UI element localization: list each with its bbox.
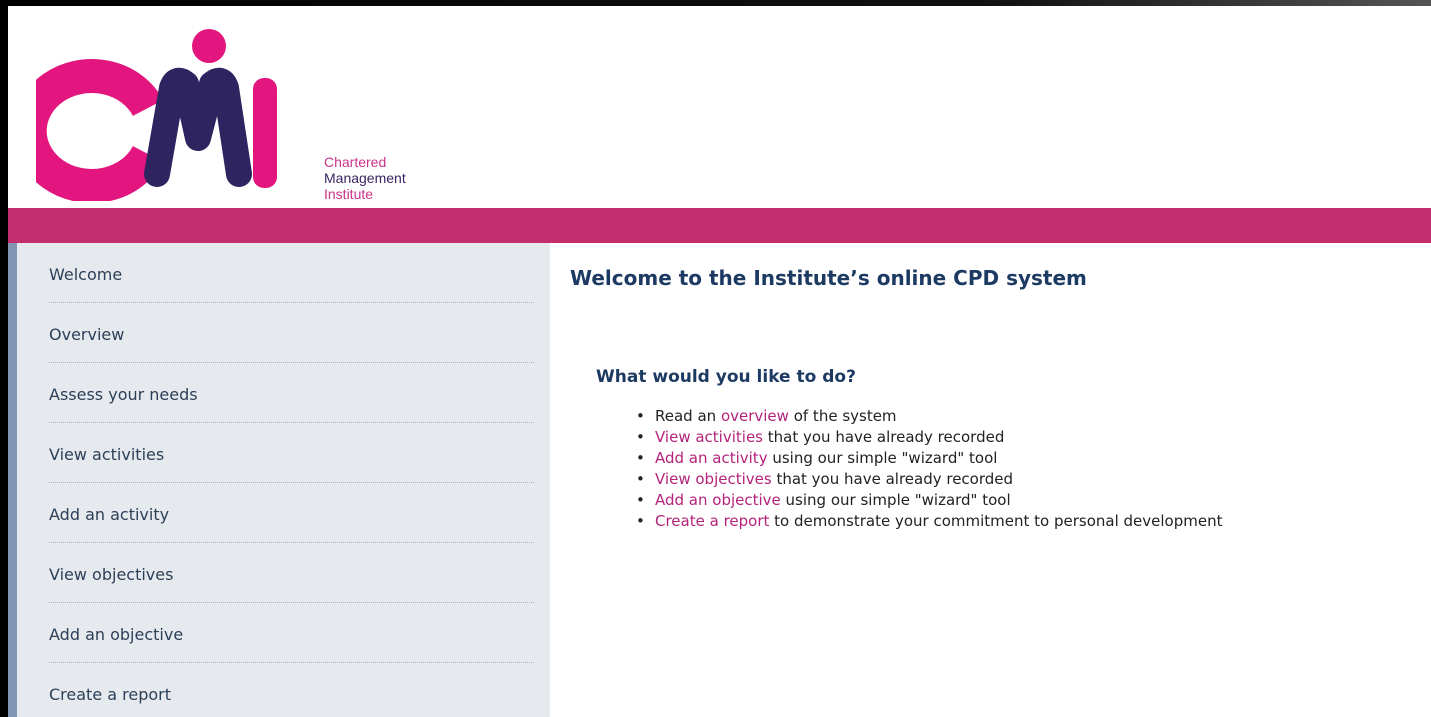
list-item-text: that you have already recorded: [763, 428, 1005, 446]
logo-line-chartered: Chartered: [324, 154, 387, 170]
bullet-icon: •: [636, 470, 645, 488]
action-link-view-activities[interactable]: View activities: [655, 428, 763, 446]
cmi-logo-mark: [12, 29, 277, 203]
main-content: Welcome to the Institute’s online CPD sy…: [570, 243, 1430, 717]
sidebar-item-assess-your-needs[interactable]: Assess your needs: [49, 363, 534, 423]
list-item-text: using our simple "wizard" tool: [780, 491, 1011, 509]
bullet-icon: •: [636, 512, 645, 530]
site-header: Chartered Management Institute: [8, 6, 1431, 208]
sidebar-item-create-a-report[interactable]: Create a report: [49, 663, 534, 717]
list-item-text: of the system: [788, 407, 897, 425]
action-link-add-an-activity[interactable]: Add an activity: [655, 449, 768, 467]
header-band: [8, 208, 1431, 243]
list-item: • Add an objective using our simple "wiza…: [636, 490, 1222, 511]
bullet-icon: •: [636, 491, 645, 509]
bullet-icon: •: [636, 449, 645, 467]
list-item-text: that you have already recorded: [771, 470, 1014, 488]
list-item: • View activities that you have already r…: [636, 427, 1222, 448]
action-link-view-objectives[interactable]: View objectives: [655, 470, 772, 488]
section-heading: What would you like to do?: [596, 367, 856, 387]
list-item-text: Read an: [655, 407, 721, 425]
sidebar-item-view-activities[interactable]: View activities: [49, 423, 534, 483]
page: Chartered Management Institute Welcome Ov…: [8, 6, 1431, 717]
list-item-text: to demonstrate your commitment to person…: [769, 512, 1223, 530]
sidebar-item-view-objectives[interactable]: View objectives: [49, 543, 534, 603]
sidebar-item-overview[interactable]: Overview: [49, 303, 534, 363]
sidebar-nav: Welcome Overview Assess your needs View act…: [8, 243, 550, 717]
page-title: Welcome to the Institute’s online CPD sy…: [570, 266, 1087, 290]
list-item: • Add an activity using our simple "wizar…: [636, 448, 1222, 469]
sidebar-item-add-an-objective[interactable]: Add an objective: [49, 603, 534, 663]
bullet-icon: •: [636, 428, 645, 446]
action-list: • Read an overview of the system • View act…: [636, 406, 1222, 532]
logo-wordmark: Chartered Management Institute: [324, 154, 406, 202]
action-link-add-an-objective[interactable]: Add an objective: [655, 491, 781, 509]
list-item-text: using our simple "wizard" tool: [767, 449, 998, 467]
cmi-logo[interactable]: Chartered Management Institute: [12, 26, 446, 203]
logo-line-management: Management: [324, 170, 406, 186]
list-item: • Read an overview of the system: [636, 406, 1222, 427]
list-item: • Create a report to demonstrate your com…: [636, 511, 1222, 532]
logo-line-institute: Institute: [324, 186, 374, 202]
action-link-overview[interactable]: overview: [721, 407, 789, 425]
bullet-icon: •: [636, 407, 645, 425]
sidebar-item-add-an-activity[interactable]: Add an activity: [49, 483, 534, 543]
action-link-create-a-report[interactable]: Create a report: [655, 512, 769, 530]
list-item: • View objectives that you have already r…: [636, 469, 1222, 490]
sidebar-item-welcome[interactable]: Welcome: [49, 243, 534, 303]
